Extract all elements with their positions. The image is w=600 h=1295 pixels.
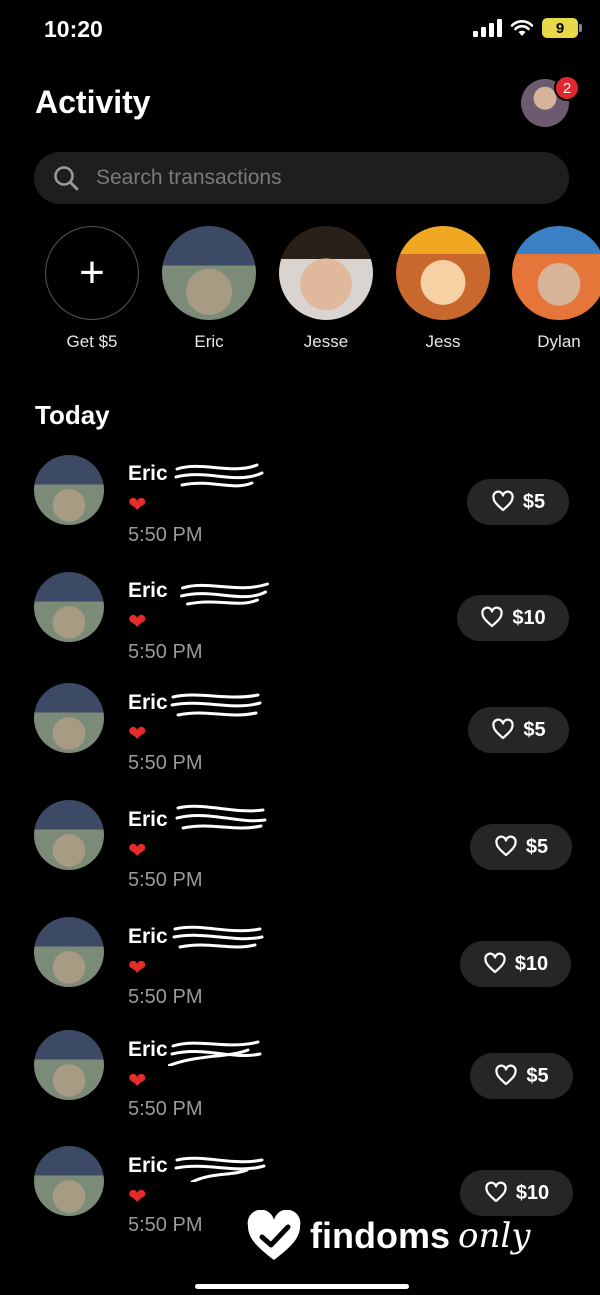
- avatar[interactable]: [34, 572, 104, 642]
- contact-get-5[interactable]: + Get $5: [37, 226, 147, 352]
- amount-button[interactable]: $10: [457, 595, 569, 641]
- redaction-scribble: [172, 925, 264, 949]
- redaction-scribble: [174, 463, 264, 488]
- transaction-row[interactable]: Eric ❤ 5:50 PM $5: [0, 800, 600, 900]
- plus-icon[interactable]: +: [45, 226, 139, 320]
- amount-label: $10: [515, 1181, 550, 1204]
- heart-outline-icon: [495, 835, 517, 857]
- transaction-row[interactable]: Eric ❤ 5:50 PM $5: [0, 1030, 600, 1130]
- contact-name: Get $5: [66, 332, 118, 351]
- amount-label: $5: [525, 835, 549, 858]
- contact-name: Dylan: [537, 332, 581, 351]
- transaction-time: 5:50 PM: [128, 869, 203, 891]
- transaction-time: 5:50 PM: [128, 524, 203, 546]
- redaction-scribble: [170, 693, 262, 717]
- transaction-row[interactable]: Eric ❤ 5:50 PM $5: [0, 683, 600, 783]
- amount-button[interactable]: $5: [470, 824, 572, 870]
- heart-outline-icon: [484, 952, 506, 974]
- avatar[interactable]: [512, 226, 600, 320]
- avatar[interactable]: [34, 1146, 104, 1216]
- amount-button[interactable]: $10: [460, 941, 571, 987]
- heart-outline-icon: [481, 606, 503, 628]
- amount-label: $5: [526, 1064, 549, 1087]
- heart-emoji: ❤: [128, 609, 147, 634]
- cellular-signal-icon: [473, 19, 502, 37]
- contact-name: Jesse: [303, 332, 349, 351]
- amount-label: $5: [522, 490, 546, 513]
- notification-badge: 2: [554, 75, 580, 101]
- contact-jess[interactable]: Jess: [388, 226, 498, 352]
- transaction-time: 5:50 PM: [128, 641, 203, 663]
- avatar[interactable]: [34, 800, 104, 870]
- transaction-row[interactable]: Eric ❤ 5:50 PM $5: [0, 455, 600, 555]
- watermark-logo: findoms only: [246, 1210, 530, 1262]
- contact-name: Jess: [425, 332, 461, 351]
- contact-jesse[interactable]: Jesse: [271, 226, 381, 352]
- amount-button[interactable]: $5: [470, 1053, 573, 1099]
- transaction-time: 5:50 PM: [128, 986, 203, 1008]
- redaction-scribble: [180, 582, 269, 606]
- search-icon: [54, 166, 79, 191]
- redaction-scribble: [168, 1040, 262, 1066]
- battery-level: 9: [555, 19, 565, 37]
- heart-outline-icon: [495, 1064, 518, 1086]
- heart-emoji: ❤: [128, 721, 147, 746]
- contact-name: Eric: [194, 332, 224, 351]
- heart-outline-icon: [492, 490, 514, 512]
- transaction-name: Eric: [128, 925, 168, 948]
- heart-emoji: ❤: [128, 838, 147, 863]
- transaction-time: 5:50 PM: [128, 1098, 203, 1120]
- heart-emoji: ❤: [128, 1068, 147, 1093]
- transaction-name: Eric: [128, 1038, 168, 1061]
- transaction-time: 5:50 PM: [128, 752, 203, 774]
- heart-check-icon: [247, 1210, 301, 1260]
- search-bar[interactable]: [34, 152, 569, 204]
- avatar[interactable]: [396, 226, 490, 320]
- transaction-time: 5:50 PM: [128, 1214, 203, 1236]
- heart-outline-icon: [485, 1181, 507, 1203]
- amount-label: $5: [523, 718, 546, 741]
- contact-dylan[interactable]: Dylan: [504, 226, 600, 352]
- watermark-text: findoms: [310, 1215, 450, 1256]
- status-icons: 9: [473, 18, 582, 38]
- amount-label: $10: [512, 606, 546, 629]
- status-time: 10:20: [44, 16, 103, 42]
- home-indicator[interactable]: [195, 1284, 409, 1289]
- transaction-name: Eric: [128, 1154, 168, 1177]
- transaction-row[interactable]: Eric ❤ 5:50 PM $10: [0, 917, 600, 1017]
- redaction-scribble: [174, 1156, 266, 1182]
- heart-outline-icon: [492, 718, 515, 740]
- transaction-name: Eric: [128, 808, 168, 831]
- heart-emoji: ❤: [128, 1184, 147, 1209]
- avatar[interactable]: [34, 1030, 104, 1100]
- transaction-name: Eric: [128, 462, 168, 485]
- wifi-icon: [510, 20, 534, 36]
- redaction-scribble: [175, 804, 267, 830]
- status-bar: 10:20 9: [0, 0, 600, 60]
- amount-button[interactable]: $5: [467, 479, 569, 525]
- avatar[interactable]: [279, 226, 373, 320]
- amount-button[interactable]: $5: [468, 707, 569, 753]
- transaction-name: Eric: [128, 691, 168, 714]
- avatar[interactable]: [34, 917, 104, 987]
- avatar[interactable]: [34, 455, 104, 525]
- section-title-today: Today: [35, 400, 110, 430]
- search-input[interactable]: [94, 165, 518, 191]
- avatar[interactable]: [162, 226, 256, 320]
- transaction-name: Eric: [128, 579, 168, 602]
- contact-eric[interactable]: Eric: [154, 226, 264, 352]
- page-title: Activity: [35, 84, 151, 120]
- contacts-carousel[interactable]: + Get $5 Eric Jesse Jess Dylan: [0, 226, 600, 356]
- heart-emoji: ❤: [128, 492, 147, 517]
- transaction-row[interactable]: Eric ❤ 5:50 PM $10: [0, 572, 600, 672]
- heart-emoji: ❤: [128, 955, 147, 980]
- avatar[interactable]: [34, 683, 104, 753]
- amount-label: $10: [514, 952, 549, 975]
- watermark-suffix: only: [458, 1216, 531, 1256]
- battery-icon: 9: [542, 18, 582, 38]
